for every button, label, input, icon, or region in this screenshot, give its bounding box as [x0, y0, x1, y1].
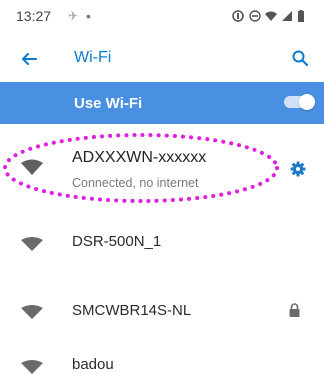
do-not-disturb-icon: [249, 10, 261, 22]
highlight-ellipse: [3, 133, 279, 203]
gear-icon[interactable]: [290, 161, 306, 177]
use-wifi-label: Use Wi-Fi: [74, 95, 143, 112]
search-icon[interactable]: [292, 50, 308, 66]
wifi-status-icon: [265, 11, 277, 21]
network-name: SMCWBR14S-NL: [72, 302, 192, 319]
lock-icon: [289, 303, 300, 317]
back-arrow-icon[interactable]: [20, 50, 38, 68]
wifi-toggle-knob[interactable]: [299, 94, 315, 110]
notification-icon: ✈: [68, 9, 79, 23]
use-wifi-bar[interactable]: [0, 82, 324, 124]
toolbar: [0, 32, 324, 82]
network-name: badou: [72, 356, 114, 373]
page-title: Wi-Fi: [74, 49, 112, 66]
wifi-signal-icon: [21, 305, 43, 319]
network-name: DSR-500N_1: [72, 233, 162, 250]
data-saver-icon: [232, 10, 244, 22]
cell-signal-icon: [282, 11, 292, 21]
battery-icon: [298, 10, 304, 22]
wifi-signal-icon: [21, 360, 43, 374]
status-time: 13:27: [16, 8, 52, 24]
wifi-signal-icon: [21, 237, 43, 251]
network-row[interactable]: [0, 220, 324, 264]
network-row[interactable]: [0, 350, 324, 374]
notification-dot: •: [86, 8, 91, 24]
